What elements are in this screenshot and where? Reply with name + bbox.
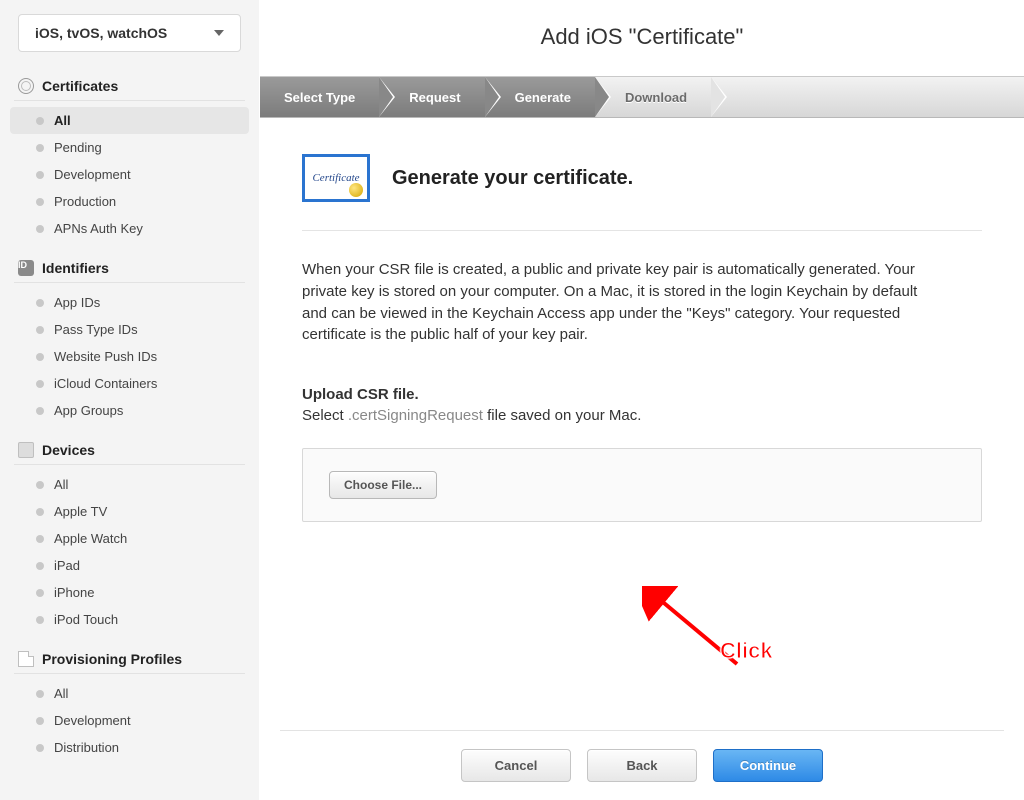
wizard-steps: Select TypeRequestGenerateDownload [260,76,1024,118]
sidebar-item[interactable]: APNs Auth Key [10,215,249,242]
section-heading: Generate your certificate. [392,167,633,190]
sidebar-item[interactable]: All [10,107,249,134]
bullet-icon [36,353,44,361]
sidebar-item-label: App Groups [54,403,123,418]
sidebar-item[interactable]: iCloud Containers [10,370,249,397]
upload-heading: Upload CSR file. [302,386,982,403]
description-text: When your CSR file is created, a public … [302,259,942,346]
continue-button[interactable]: Continue [713,749,823,782]
sidebar-item-label: iPod Touch [54,612,118,627]
sidebar-section-title: Identifiers [42,260,109,276]
sidebar-item[interactable]: All [10,680,249,707]
id-icon: ID [18,260,34,276]
bullet-icon [36,589,44,597]
sidebar-item[interactable]: Distribution [10,734,249,761]
bullet-icon [36,225,44,233]
sidebar-section-title: Provisioning Profiles [42,651,182,667]
sidebar-item[interactable]: Pending [10,134,249,161]
sidebar-section-title: Certificates [42,78,118,94]
sidebar-item[interactable]: App Groups [10,397,249,424]
sidebar-item[interactable]: iPod Touch [10,606,249,633]
sidebar-item-label: Apple TV [54,504,107,519]
chevron-down-icon [214,30,224,36]
sidebar-item-label: App IDs [54,295,100,310]
bullet-icon [36,144,44,152]
bullet-icon [36,407,44,415]
wizard-step[interactable]: Select Type [260,77,379,117]
sidebar-item-label: iCloud Containers [54,376,157,391]
bullet-icon [36,562,44,570]
sidebar-item[interactable]: Apple Watch [10,525,249,552]
sidebar-item-label: iPhone [54,585,94,600]
sidebar-item[interactable]: Website Push IDs [10,343,249,370]
main-panel: Add iOS "Certificate" Select TypeRequest… [260,0,1024,800]
seal-icon [349,183,363,197]
platform-select[interactable]: iOS, tvOS, watchOS [18,14,241,52]
footer-actions: Cancel Back Continue [280,730,1004,800]
bullet-icon [36,717,44,725]
sidebar-item-label: Production [54,194,116,209]
bullet-icon [36,744,44,752]
bullet-icon [36,535,44,543]
cert-icon [18,78,34,94]
sidebar-item-label: All [54,113,71,128]
bullet-icon [36,690,44,698]
sidebar-item[interactable]: Development [10,707,249,734]
sidebar-item-label: Pass Type IDs [54,322,138,337]
bullet-icon [36,508,44,516]
bullet-icon [36,380,44,388]
sidebar-item[interactable]: iPhone [10,579,249,606]
bullet-icon [36,481,44,489]
sidebar-item[interactable]: Pass Type IDs [10,316,249,343]
sidebar: iOS, tvOS, watchOS Certificates All Pendin… [0,0,260,800]
sidebar-section-id: ID Identifiers [14,260,245,283]
bullet-icon [36,299,44,307]
sidebar-item[interactable]: Production [10,188,249,215]
sidebar-item[interactable]: iPad [10,552,249,579]
content-area: Certificate Generate your certificate. W… [260,118,1024,730]
wizard-step[interactable]: Generate [485,77,595,117]
sidebar-item-label: All [54,686,68,701]
bullet-icon [36,326,44,334]
sidebar-item[interactable]: App IDs [10,289,249,316]
sidebar-item-label: Pending [54,140,102,155]
bullet-icon [36,171,44,179]
back-button[interactable]: Back [587,749,697,782]
sidebar-item-label: Development [54,713,131,728]
bullet-icon [36,198,44,206]
sidebar-section-dev: Devices [14,442,245,465]
prov-icon [18,651,34,667]
sidebar-item-label: Website Push IDs [54,349,157,364]
upload-dropzone: Choose File... [302,448,982,522]
choose-file-button[interactable]: Choose File... [329,471,437,499]
bullet-icon [36,616,44,624]
sidebar-item-label: Distribution [54,740,119,755]
bullet-icon [36,117,44,125]
page-title: Add iOS "Certificate" [260,0,1024,76]
sidebar-section-cert: Certificates [14,78,245,101]
certificate-icon: Certificate [302,154,370,202]
sidebar-item[interactable]: Development [10,161,249,188]
wizard-step[interactable]: Download [595,77,711,117]
sidebar-section-prov: Provisioning Profiles [14,651,245,674]
sidebar-item[interactable]: Apple TV [10,498,249,525]
annotation-arrow-icon [642,586,752,676]
sidebar-item-label: Apple Watch [54,531,127,546]
cancel-button[interactable]: Cancel [461,749,571,782]
sidebar-item[interactable]: All [10,471,249,498]
sidebar-item-label: APNs Auth Key [54,221,143,236]
sidebar-section-title: Devices [42,442,95,458]
upload-subtext: Select .certSigningRequest file saved on… [302,407,982,424]
sidebar-item-label: iPad [54,558,80,573]
sidebar-item-label: Development [54,167,131,182]
sidebar-item-label: All [54,477,68,492]
platform-select-label: iOS, tvOS, watchOS [35,25,167,41]
annotation-label: Click [720,638,773,664]
dev-icon [18,442,34,458]
